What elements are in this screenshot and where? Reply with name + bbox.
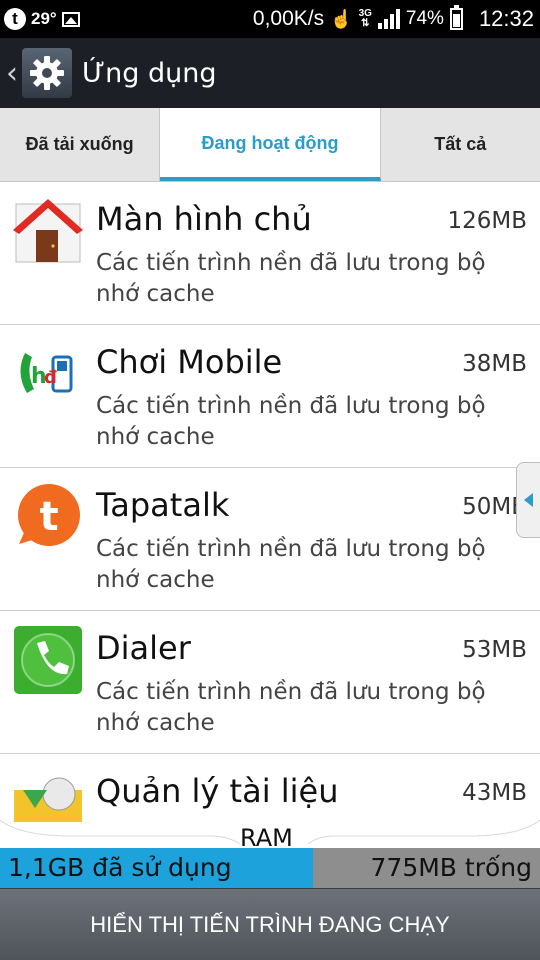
back-chevron-icon[interactable]: ‹ bbox=[6, 56, 18, 91]
tapatalk-notification-icon: t bbox=[4, 8, 26, 30]
settings-gear-icon[interactable] bbox=[22, 48, 72, 98]
app-name: Tapatalk bbox=[96, 486, 230, 524]
list-item[interactable]: Màn hình chủ 126MB Các tiến trình nền đã… bbox=[0, 182, 540, 325]
touch-hand-icon: ☝ bbox=[330, 8, 353, 29]
home-icon bbox=[13, 196, 83, 266]
dialer-phone-icon bbox=[13, 625, 83, 695]
app-status: Các tiến trình nền đã lưu trong bộ nhớ c… bbox=[96, 250, 486, 307]
svg-text:t: t bbox=[39, 494, 58, 540]
battery-icon bbox=[449, 5, 463, 30]
svg-text:đ: đ bbox=[44, 367, 57, 388]
list-item[interactable]: h đ Chơi Mobile 38MB Các tiến trình nền … bbox=[0, 325, 540, 468]
tab-bar: Đã tải xuống Đang hoạt động Tất cả bbox=[0, 108, 540, 182]
app-name: Chơi Mobile bbox=[96, 343, 283, 381]
app-size: 126MB bbox=[447, 208, 527, 234]
ram-used-text: 1,1GB đã sử dụng bbox=[8, 853, 232, 882]
list-item[interactable]: t Tapatalk 50MB Các tiến trình nền đã lư… bbox=[0, 468, 540, 611]
side-drawer-handle[interactable] bbox=[516, 462, 540, 538]
ram-free-text: 775MB trống bbox=[370, 853, 532, 882]
app-status: Các tiến trình nền đã lưu trong bộ nhớ c… bbox=[96, 536, 486, 593]
tab-all[interactable]: Tất cả bbox=[381, 108, 540, 181]
action-bar: ‹ Ứng dụng bbox=[0, 38, 540, 108]
app-size: 43MB bbox=[462, 780, 527, 806]
page-title: Ứng dụng bbox=[82, 57, 217, 89]
signal-strength-icon bbox=[377, 9, 400, 29]
app-name: Quản lý tài liệu bbox=[96, 772, 339, 810]
app-name: Màn hình chủ bbox=[96, 200, 312, 238]
tapatalk-icon: t bbox=[13, 482, 83, 552]
network-type-icon: 3G ⇅ bbox=[358, 8, 372, 29]
app-status: Các tiến trình nền đã lưu trong bộ nhớ c… bbox=[96, 393, 486, 450]
gallery-notification-icon bbox=[61, 11, 80, 27]
ram-usage-bar: 1,1GB đã sử dụng 775MB trống bbox=[0, 848, 540, 888]
temperature-text: 29° bbox=[31, 9, 57, 28]
tab-running[interactable]: Đang hoạt động bbox=[160, 108, 381, 181]
status-bar: t 29° 0,00K/s ☝ 3G ⇅ 74% 12:32 bbox=[0, 0, 540, 38]
app-status: Các tiến trình nền đã lưu trong bộ nhớ c… bbox=[96, 679, 486, 736]
clock-text: 12:32 bbox=[478, 6, 534, 31]
arrow-left-icon bbox=[524, 493, 533, 507]
choi-mobile-icon: h đ bbox=[13, 339, 83, 409]
network-speed-text: 0,00K/s bbox=[252, 7, 325, 30]
show-running-processes-button[interactable]: HIỂN THỊ TIẾN TRÌNH ĐANG CHẠY bbox=[0, 888, 540, 960]
app-name: Dialer bbox=[96, 629, 191, 667]
running-apps-list: Màn hình chủ 126MB Các tiến trình nền đã… bbox=[0, 182, 540, 822]
list-item[interactable]: Dialer 53MB Các tiến trình nền đã lưu tr… bbox=[0, 611, 540, 754]
app-size: 38MB bbox=[462, 351, 527, 377]
battery-percent-text: 74% bbox=[405, 8, 444, 29]
app-size: 53MB bbox=[462, 637, 527, 663]
tab-downloaded[interactable]: Đã tải xuống bbox=[0, 108, 161, 181]
